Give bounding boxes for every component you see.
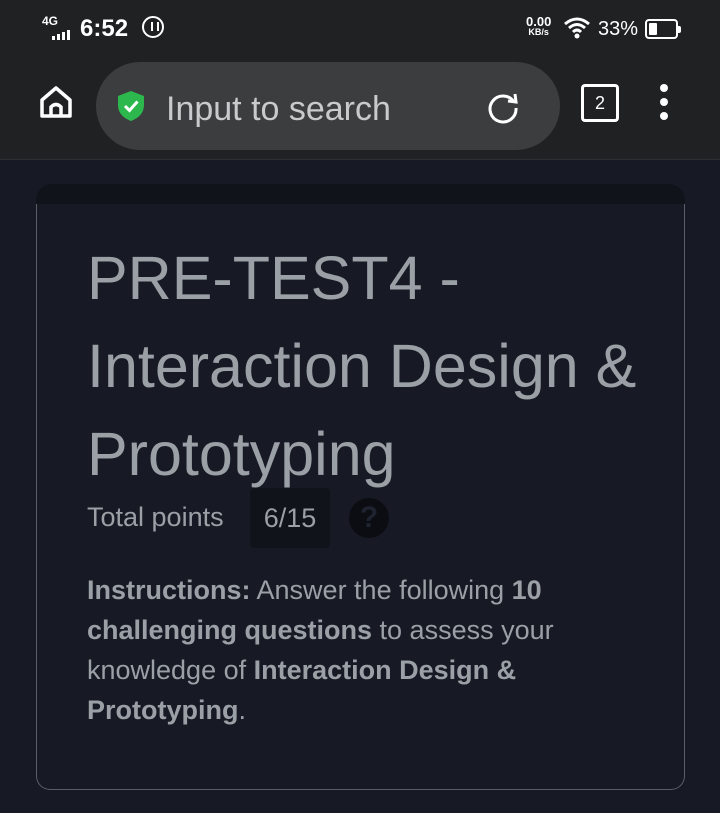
card-accent-bar <box>36 184 685 204</box>
cellular-signal-icon: 4G <box>40 14 76 42</box>
clock: 6:52 <box>80 15 129 42</box>
reload-icon[interactable] <box>486 90 520 124</box>
browser-toolbar: Input to search 2 <box>0 58 720 160</box>
speed-value: 0.00 <box>526 14 552 29</box>
wifi-icon <box>564 17 590 39</box>
home-icon[interactable] <box>36 82 76 122</box>
status-bar: 4G 6:52 0.00 KB/s 33% <box>0 0 720 58</box>
battery-percentage: 33% <box>598 18 639 40</box>
total-points-label: Total points <box>87 502 224 532</box>
search-input[interactable]: Input to search <box>166 90 391 129</box>
battery-level <box>649 23 657 35</box>
instructions-fragment: . <box>238 695 246 725</box>
network-speed: 0.00 KB/s <box>526 14 552 38</box>
instructions-lead: Instructions: <box>87 575 251 605</box>
network-type: 4G <box>42 14 59 28</box>
tabs-button[interactable]: 2 <box>581 84 619 122</box>
quiz-header-card: PRE-TEST4 - Interaction Design & Prototy… <box>36 204 685 790</box>
notification-app-icon <box>142 16 164 38</box>
quiz-title: PRE-TEST4 - Interaction Design & Prototy… <box>87 244 637 488</box>
battery-icon <box>645 19 681 39</box>
instructions-fragment: Answer the following <box>250 575 512 605</box>
instructions-text: Instructions: Answer the following 10 ch… <box>87 570 627 730</box>
help-icon[interactable]: ? <box>349 498 389 538</box>
speed-unit: KB/s <box>528 27 549 37</box>
secure-shield-icon <box>118 91 144 121</box>
more-menu-icon[interactable] <box>655 84 673 124</box>
address-bar[interactable]: Input to search <box>96 62 560 150</box>
score-badge: 6/15 <box>250 488 330 548</box>
